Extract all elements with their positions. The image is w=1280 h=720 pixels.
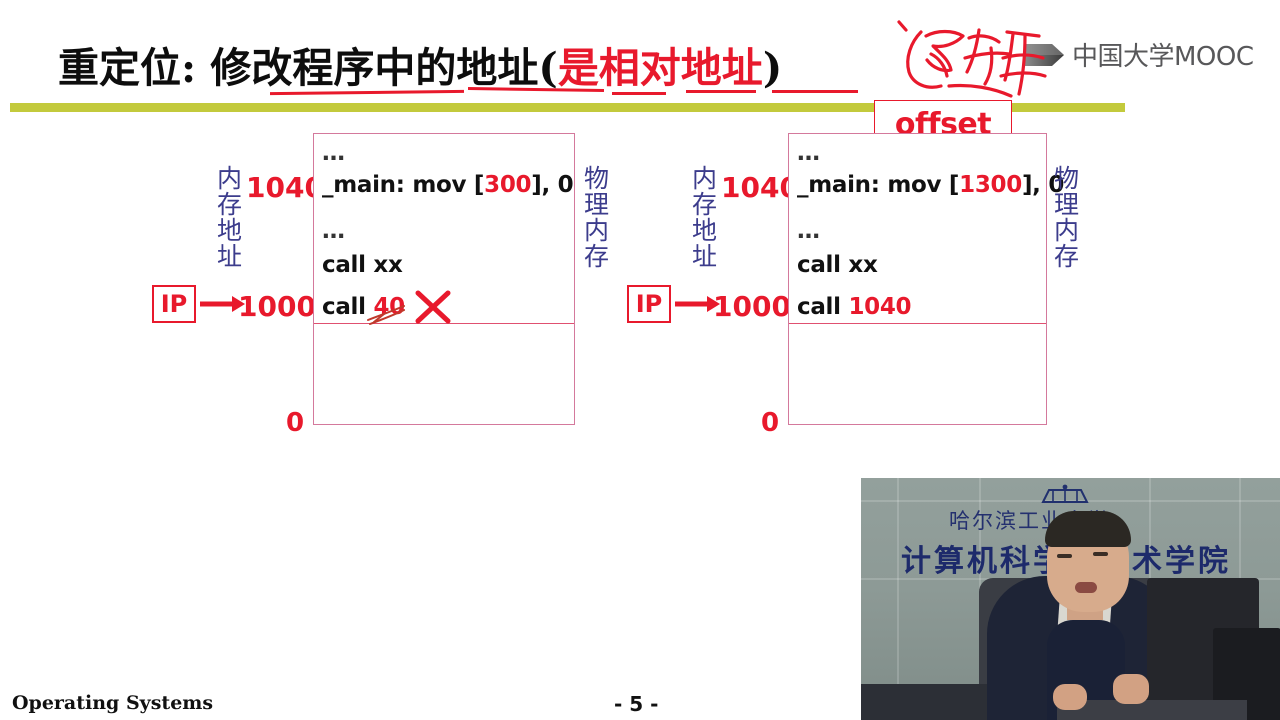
mooc-logo-text: 中国大学MOOC <box>1072 42 1254 72</box>
left-physical-memory-label-c0: 物 <box>583 164 609 193</box>
right-code-line-1-prefix: _main: mov [ <box>797 172 960 198</box>
left-memory-axis-label-c3: 址 <box>216 242 242 271</box>
title-underline-4 <box>686 90 756 93</box>
left-code-line-4-prefix: call <box>322 294 374 320</box>
page-title-red-part: 是相对地址 <box>557 44 763 92</box>
right-memory-axis-label-c3: 址 <box>691 242 717 271</box>
right-code-line-0: … <box>797 140 821 166</box>
right-code-box-divider <box>789 323 1046 324</box>
left-code-line-3: call xx <box>322 252 403 278</box>
lecturer-eye-left <box>1057 554 1072 558</box>
left-physical-memory-label-c3: 存 <box>583 242 609 271</box>
mooc-logo: 中国大学MOOC <box>1022 36 1254 73</box>
university-crest-icon <box>1041 484 1089 503</box>
lecturer-hair <box>1045 511 1131 547</box>
left-code-line-0: … <box>322 140 346 166</box>
page-title-black-suffix: ) <box>762 44 783 92</box>
right-memory-axis-label-c2: 地 <box>691 216 717 245</box>
right-code-line-3-prefix: call xx <box>797 252 878 278</box>
left-memory-axis-label-c1: 存 <box>216 190 242 219</box>
lecturer-mouth <box>1075 582 1097 593</box>
right-memory-axis-label: 内 存 地 址 <box>691 166 718 270</box>
right-code-line-4-prefix: call <box>797 294 849 320</box>
left-code-line-1: _main: mov [300], 0 <box>322 172 574 198</box>
right-memory-axis-label-c1: 存 <box>691 190 717 219</box>
footer-page-number: - 5 - <box>614 692 659 716</box>
right-physical-memory-label-c3: 存 <box>1053 242 1079 271</box>
right-code-line-4: call 1040 <box>797 294 912 320</box>
left-ip-register: IP <box>152 285 196 323</box>
right-physical-memory-label: 物 理 内 存 <box>1053 166 1080 270</box>
left-code-line-1-prefix: _main: mov [ <box>322 172 485 198</box>
lecturer-eye-right <box>1093 552 1108 556</box>
right-memory-axis-label-c0: 内 <box>691 164 717 193</box>
right-addr-bottom: 0 <box>761 408 780 438</box>
left-addr-ip: 1000 <box>238 290 316 323</box>
lecturer-hand-right <box>1113 674 1149 704</box>
lecturer-video-overlay[interactable]: 哈尔滨工业大学 计算机科学与技术学院 <box>861 478 1280 720</box>
right-addr-ip: 1000 <box>713 290 791 323</box>
right-code-line-2: … <box>797 218 821 244</box>
left-code-box-divider <box>314 323 574 324</box>
right-physical-memory-label-c2: 内 <box>1053 216 1079 245</box>
right-physical-memory-label-c0: 物 <box>1053 164 1079 193</box>
left-memory-axis-label: 内 存 地 址 <box>216 166 243 270</box>
left-code-line-4: call 40 <box>322 294 405 320</box>
left-code-line-1-red: 300 <box>484 172 532 198</box>
left-ip-register-label: IP <box>160 290 188 318</box>
left-code-line-1-suffix: ], 0 <box>531 172 574 198</box>
left-physical-memory-label-c1: 理 <box>583 190 609 219</box>
title-underline-5 <box>772 90 858 93</box>
right-code-line-4-red: 1040 <box>848 294 912 320</box>
right-code-line-1: _main: mov [1300], 0 <box>797 172 1064 198</box>
lecturer-hand-left <box>1053 684 1087 710</box>
play-triangle-icon <box>1024 43 1064 66</box>
left-code-line-3-prefix: call xx <box>322 252 403 278</box>
left-physical-memory-label: 物 理 内 存 <box>583 166 610 270</box>
right-ip-arrow-icon <box>675 296 720 312</box>
left-addr-bottom: 0 <box>286 408 305 438</box>
left-code-line-4-red: 40 <box>373 294 405 320</box>
right-physical-memory-label-c1: 理 <box>1053 190 1079 219</box>
footer-course-name: Operating Systems <box>12 692 214 714</box>
left-memory-axis-label-c0: 内 <box>216 164 242 193</box>
page-title: 重定位: 修改程序中的地址(是相对地址) <box>58 34 782 94</box>
title-underline-3 <box>612 92 666 95</box>
left-ip-arrow-icon <box>200 296 245 312</box>
right-ip-register-label: IP <box>635 290 663 318</box>
page-title-black-prefix: 重定位: 修改程序中的地址( <box>58 44 558 92</box>
left-physical-memory-label-c2: 内 <box>583 216 609 245</box>
right-code-line-1-red: 1300 <box>959 172 1022 198</box>
right-code-line-3: call xx <box>797 252 878 278</box>
left-code-line-2: … <box>322 218 346 244</box>
right-ip-register: IP <box>627 285 671 323</box>
left-memory-axis-label-c2: 地 <box>216 216 242 245</box>
